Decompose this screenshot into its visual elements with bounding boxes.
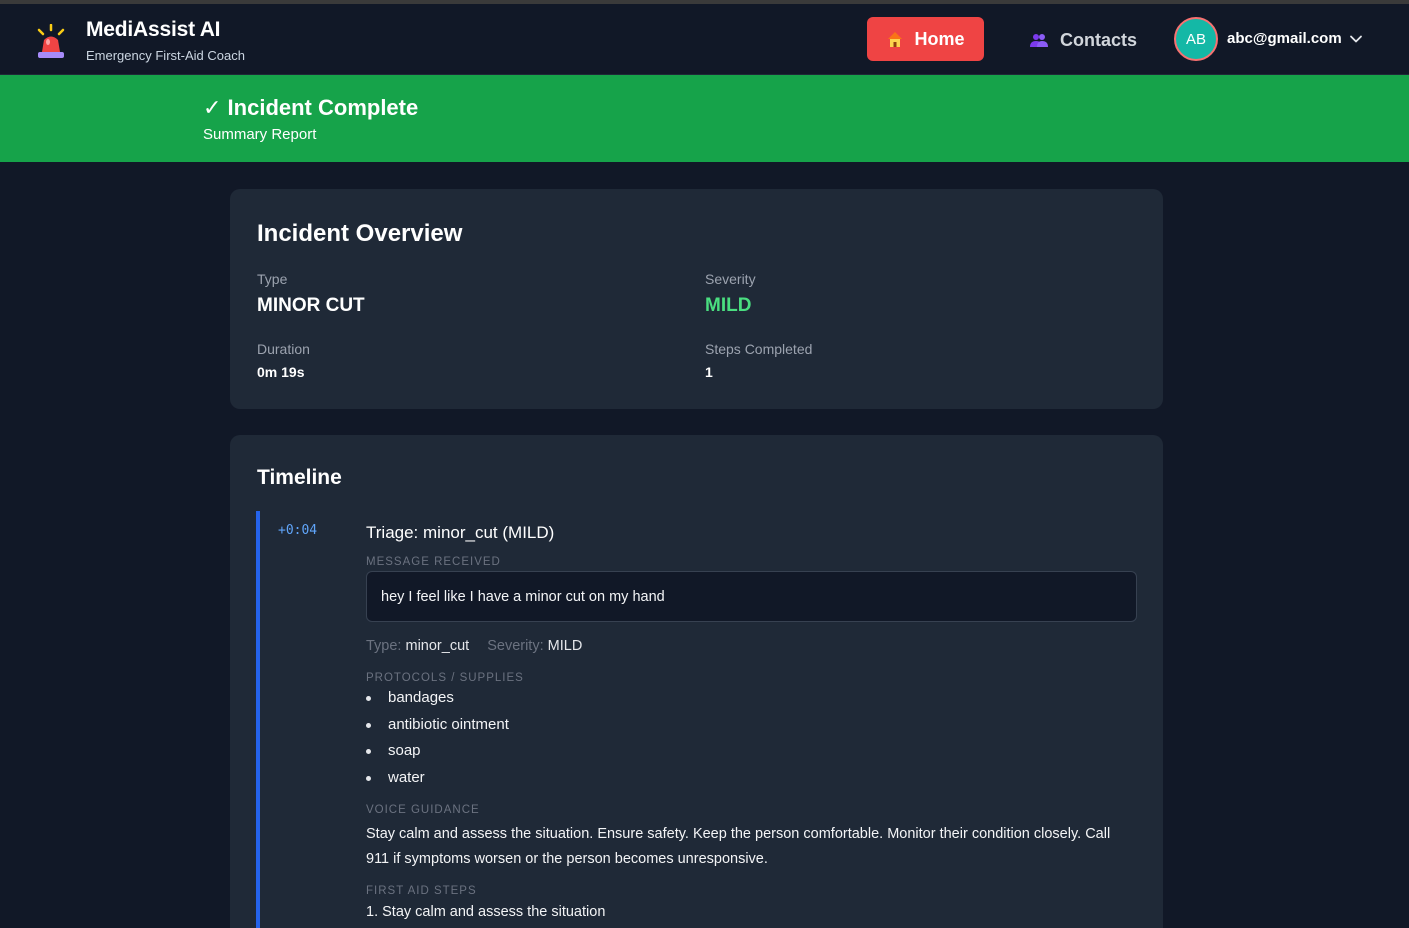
- severity-label: Severity: [705, 271, 756, 287]
- triage-meta-row: Type: minor_cut Severity: MILD: [366, 638, 596, 654]
- message-text: hey I feel like I have a minor cut on my…: [381, 588, 665, 605]
- protocols-label: PROTOCOLS / SUPPLIES: [366, 672, 524, 684]
- first-aid-step: 1. Stay calm and assess the situation: [366, 904, 606, 920]
- type-key: Type:: [366, 638, 402, 654]
- completion-banner: ✓ Incident Complete Summary Report: [0, 75, 1409, 162]
- list-item: antibiotic ointment: [366, 715, 509, 742]
- timeline-timestamp: +0:04: [278, 523, 318, 538]
- duration-label: Duration: [257, 341, 310, 357]
- timeline-card: Timeline +0:04 Triage: minor_cut (MILD) …: [230, 435, 1163, 928]
- timeline-bar: [256, 511, 260, 928]
- app-title: MediAssist AI: [86, 18, 221, 41]
- voice-guidance-text: Stay calm and assess the situation. Ensu…: [366, 826, 1111, 867]
- contacts-link[interactable]: Contacts: [1030, 28, 1137, 52]
- list-item: water: [366, 768, 509, 795]
- voice-guidance-label: VOICE GUIDANCE: [366, 804, 480, 816]
- severity-key: Severity:: [487, 638, 544, 654]
- user-email[interactable]: abc@gmail.com: [1227, 30, 1342, 47]
- type-label: Type: [257, 271, 288, 287]
- duration-value: 0m 19s: [257, 364, 305, 380]
- avatar-initials: AB: [1185, 30, 1206, 48]
- people-icon: [1030, 34, 1048, 47]
- overview-title: Incident Overview: [257, 220, 463, 247]
- app-subtitle: Emergency First-Aid Coach: [86, 48, 245, 63]
- timeline-entry-heading: Triage: minor_cut (MILD): [366, 523, 555, 542]
- house-icon: [888, 32, 903, 47]
- navbar: MediAssist AI Emergency First-Aid Coach …: [0, 4, 1409, 75]
- type-val: minor_cut: [405, 638, 470, 654]
- banner-title: ✓ Incident Complete: [203, 95, 419, 120]
- banner-subtitle: Summary Report: [203, 126, 317, 143]
- supplies-list: bandages antibiotic ointment soap water: [366, 688, 509, 794]
- list-item: soap: [366, 741, 509, 768]
- timeline-title: Timeline: [257, 466, 342, 489]
- home-button[interactable]: Home: [867, 17, 984, 61]
- list-item: bandages: [366, 688, 509, 715]
- incident-overview-card: Incident Overview Type MINOR CUT Severit…: [230, 189, 1163, 409]
- home-label: Home: [914, 28, 965, 49]
- severity-val: MILD: [547, 638, 583, 654]
- avatar[interactable]: AB: [1174, 17, 1218, 61]
- severity-value: MILD: [705, 295, 752, 316]
- chevron-down-icon[interactable]: [1349, 32, 1363, 46]
- type-value: MINOR CUT: [257, 295, 365, 316]
- steps-completed-label: Steps Completed: [705, 341, 813, 357]
- steps-completed-value: 1: [705, 364, 713, 380]
- message-box: hey I feel like I have a minor cut on my…: [366, 571, 1137, 622]
- contacts-label: Contacts: [1060, 29, 1138, 50]
- first-aid-steps-label: FIRST AID STEPS: [366, 885, 477, 897]
- siren-icon: [37, 24, 65, 58]
- message-received-label: MESSAGE RECEIVED: [366, 556, 501, 568]
